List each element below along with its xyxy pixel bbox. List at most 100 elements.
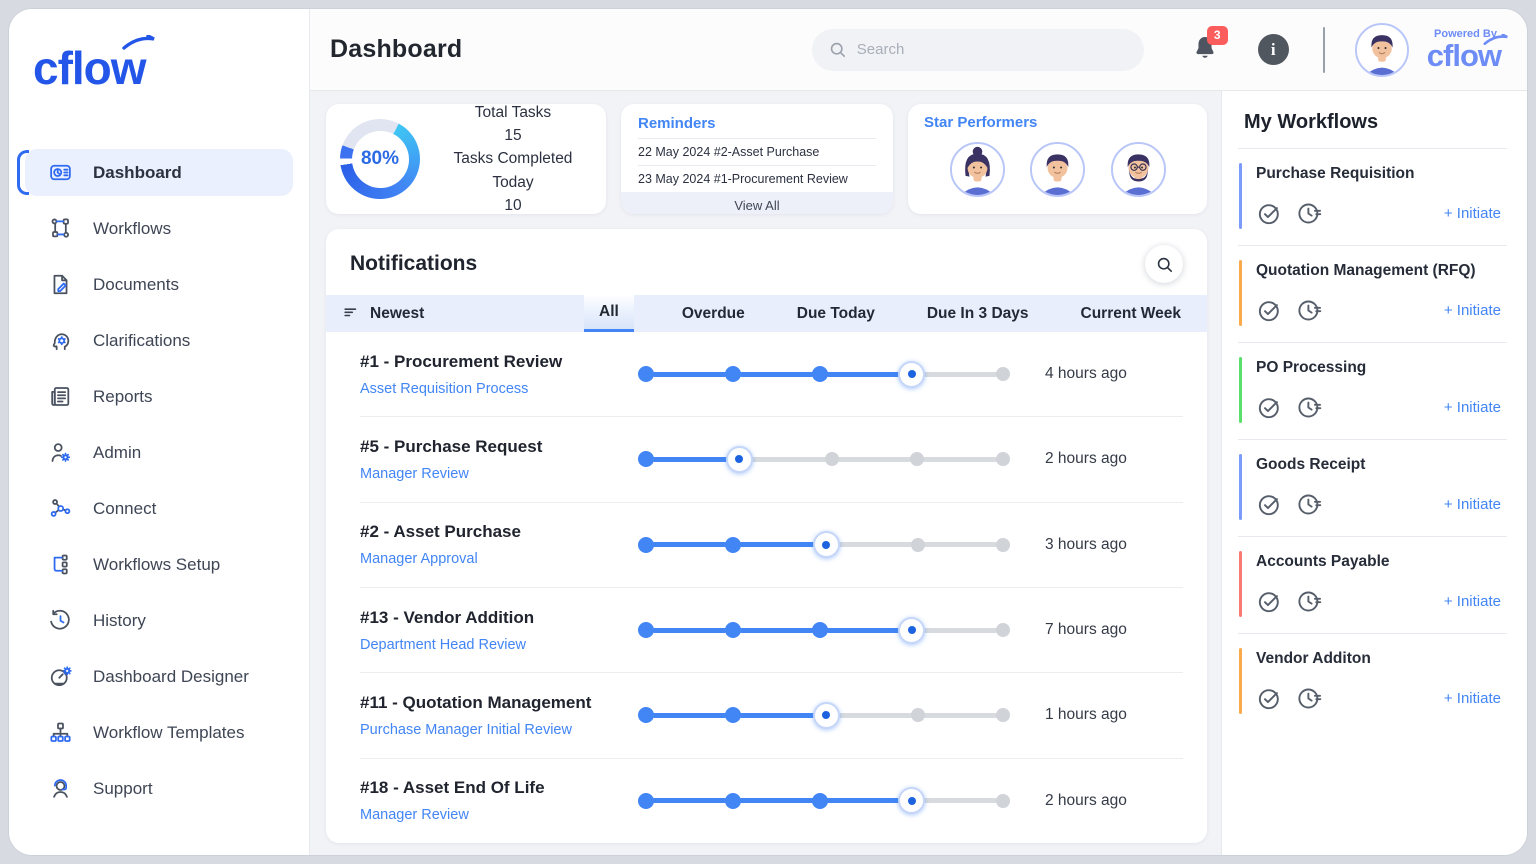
step-connector — [652, 542, 727, 547]
notification-time: 3 hours ago — [1045, 536, 1183, 554]
tab-current-week[interactable]: Current Week — [1077, 295, 1186, 332]
notification-row[interactable]: #1 - Procurement Review Asset Requisitio… — [360, 332, 1183, 417]
check-circle-icon[interactable] — [1256, 588, 1283, 615]
sidebar-item-admin[interactable]: Admin — [25, 429, 293, 476]
notification-title: #11 - Quotation Management — [360, 693, 638, 713]
notification-time: 2 hours ago — [1045, 450, 1183, 468]
check-circle-icon[interactable] — [1256, 685, 1283, 712]
sidebar-item-dashboard-designer[interactable]: Dashboard Designer — [25, 653, 293, 700]
bearded-male-avatar[interactable] — [1111, 142, 1166, 197]
initiate-button[interactable]: + Initiate — [1444, 690, 1501, 707]
initiate-button[interactable]: + Initiate — [1444, 205, 1501, 222]
main-area: Dashboard 3 i Powered By cflow — [310, 9, 1527, 855]
sidebar-item-label: Connect — [93, 499, 156, 519]
reminder-item[interactable]: 23 May 2024 #1-Procurement Review — [638, 165, 876, 192]
clock-icon[interactable] — [1296, 491, 1323, 518]
topbar-divider — [1323, 27, 1325, 73]
notification-row[interactable]: #13 - Vendor Addition Department Head Re… — [360, 588, 1183, 673]
initiate-button[interactable]: + Initiate — [1444, 593, 1501, 610]
clock-icon[interactable] — [1296, 394, 1323, 421]
step-dot-pending — [911, 538, 925, 552]
notifications-search-button[interactable] — [1145, 245, 1183, 283]
connect-icon — [47, 496, 73, 522]
notification-title: #13 - Vendor Addition — [360, 608, 638, 628]
step-dot-pending — [996, 623, 1010, 637]
progress-stepper — [638, 787, 1010, 814]
clock-icon[interactable] — [1296, 685, 1323, 712]
tab-overdue[interactable]: Overdue — [678, 295, 749, 332]
support-icon — [47, 776, 73, 802]
notification-stage-link[interactable]: Manager Review — [360, 466, 638, 482]
sidebar-item-label: Workflows — [93, 219, 171, 239]
sidebar-item-label: Clarifications — [93, 331, 190, 351]
clock-icon[interactable] — [1296, 200, 1323, 227]
tasks-progress-donut: 80% — [340, 119, 420, 199]
notification-title: #1 - Procurement Review — [360, 352, 638, 372]
star-performers-title: Star Performers — [924, 114, 1191, 131]
notification-stage-link[interactable]: Purchase Manager Initial Review — [360, 722, 638, 738]
user-avatar[interactable] — [1355, 23, 1409, 77]
notification-stage-link[interactable]: Manager Review — [360, 807, 638, 823]
step-connector — [826, 628, 901, 633]
reminders-card: Reminders 22 May 2024 #2-Asset Purchase2… — [621, 104, 893, 214]
sidebar-item-workflows[interactable]: Workflows — [25, 205, 293, 252]
dashboard-content: 80% Total Tasks 15 Tasks Completed Today… — [310, 91, 1221, 855]
search-icon — [1155, 255, 1174, 274]
sidebar-item-clarifications[interactable]: Clarifications — [25, 317, 293, 364]
check-circle-icon[interactable] — [1256, 297, 1283, 324]
step-dot-pending — [996, 452, 1010, 466]
tab-all[interactable]: All — [584, 295, 634, 332]
step-connector — [652, 798, 727, 803]
sort-newest-button[interactable]: Newest — [342, 295, 424, 332]
reminder-item[interactable]: 22 May 2024 #2-Asset Purchase — [638, 138, 876, 165]
sidebar-item-dashboard[interactable]: Dashboard — [25, 149, 293, 196]
clock-icon[interactable] — [1296, 588, 1323, 615]
step-connector — [923, 542, 998, 547]
notification-time: 7 hours ago — [1045, 621, 1183, 639]
sidebar-item-support[interactable]: Support — [25, 765, 293, 812]
notification-title: #18 - Asset End Of Life — [360, 778, 638, 798]
check-circle-icon[interactable] — [1256, 200, 1283, 227]
sidebar-item-documents[interactable]: Documents — [25, 261, 293, 308]
clock-icon[interactable] — [1296, 297, 1323, 324]
search-input[interactable] — [857, 41, 1128, 58]
sidebar-item-workflows-setup[interactable]: Workflows Setup — [25, 541, 293, 588]
notification-stage-link[interactable]: Manager Approval — [360, 551, 638, 567]
check-circle-icon[interactable] — [1256, 491, 1283, 518]
initiate-button[interactable]: + Initiate — [1444, 302, 1501, 319]
tab-due-today[interactable]: Due Today — [793, 295, 879, 332]
step-dot-current — [813, 702, 840, 729]
step-connector — [923, 798, 998, 803]
notifications-card: Notifications Newest AllOverdueDue Today… — [326, 229, 1207, 843]
initiate-button[interactable]: + Initiate — [1444, 496, 1501, 513]
step-dot-pending — [825, 452, 839, 466]
view-all-button[interactable]: View All — [621, 192, 893, 214]
step-connector — [739, 713, 814, 718]
tab-due-in-3-days[interactable]: Due In 3 Days — [923, 295, 1033, 332]
check-circle-icon[interactable] — [1256, 394, 1283, 421]
sidebar-item-workflow-templates[interactable]: Workflow Templates — [25, 709, 293, 756]
initiate-button[interactable]: + Initiate — [1444, 399, 1501, 416]
reports-icon — [47, 384, 73, 410]
step-dot-completed — [812, 622, 828, 638]
info-button[interactable]: i — [1258, 34, 1289, 65]
notification-bell-button[interactable]: 3 — [1190, 34, 1220, 66]
notification-time: 1 hours ago — [1045, 706, 1183, 724]
notification-row[interactable]: #11 - Quotation Management Purchase Mana… — [360, 673, 1183, 758]
notification-stage-link[interactable]: Department Head Review — [360, 637, 638, 653]
female-avatar[interactable] — [950, 142, 1005, 197]
sidebar-item-history[interactable]: History — [25, 597, 293, 644]
progress-stepper — [638, 361, 1010, 388]
sidebar-item-reports[interactable]: Reports — [25, 373, 293, 420]
male-avatar[interactable] — [1030, 142, 1085, 197]
workflow-name: Quotation Management (RFQ) — [1256, 262, 1501, 280]
completed-today-value: 10 — [432, 194, 594, 217]
step-dot-pending — [996, 367, 1010, 381]
search-box[interactable] — [812, 29, 1144, 71]
progress-stepper — [638, 702, 1010, 729]
notification-row[interactable]: #2 - Asset Purchase Manager Approval 3 h… — [360, 503, 1183, 588]
sidebar-item-connect[interactable]: Connect — [25, 485, 293, 532]
notification-stage-link[interactable]: Asset Requisition Process — [360, 381, 638, 397]
notification-row[interactable]: #5 - Purchase Request Manager Review 2 h… — [360, 417, 1183, 502]
notification-row[interactable]: #18 - Asset End Of Life Manager Review 2… — [360, 759, 1183, 843]
